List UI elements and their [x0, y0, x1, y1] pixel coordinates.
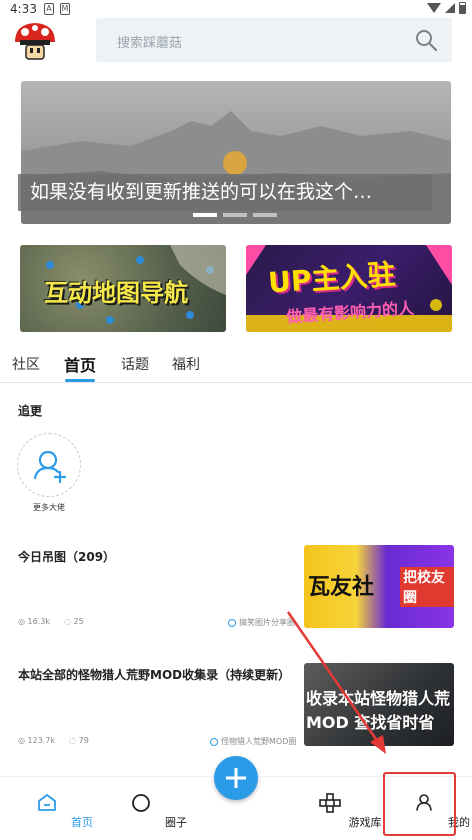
banner-caption: 如果没有收到更新推送的可以在我这个…: [18, 174, 432, 211]
carousel-dot[interactable]: [193, 213, 217, 217]
post-stats: ◎ 123.7k ◌ 79: [18, 736, 89, 745]
post-title[interactable]: 今日吊图（209）: [18, 548, 115, 565]
more-creators-button[interactable]: [17, 433, 81, 497]
post-group-tag[interactable]: 怪物猎人荒野MOD圈: [210, 736, 296, 747]
post-thumbnail[interactable]: 收录本站怪物猎人荒 MOD 查找省时省: [304, 663, 454, 746]
promo-map-title: 互动地图导航: [44, 279, 188, 307]
tab-topics[interactable]: 话题: [121, 354, 149, 374]
comment-icon: ◌: [63, 617, 71, 626]
thumbnail-text: 把校友圈: [400, 567, 454, 607]
nav-home[interactable]: 首页: [12, 777, 93, 837]
tab-benefits[interactable]: 福利: [172, 354, 200, 374]
home-icon: [38, 794, 56, 811]
mushroom-logo-icon: [12, 18, 58, 64]
thumbnail-text: MOD 查找省时省: [306, 713, 435, 732]
comments-count: 25: [73, 617, 84, 626]
nav-circles-label: 圈子: [165, 816, 187, 829]
follow-section-title: 追更: [18, 404, 43, 418]
search-icon[interactable]: [414, 28, 438, 52]
comments-stat: ◌ 79: [69, 736, 89, 745]
tab-community[interactable]: 社区: [12, 354, 40, 374]
thumbnail-text: 收录本站怪物猎人荒: [306, 689, 451, 708]
views-count: 123.7k: [27, 736, 56, 745]
post-group-tag[interactable]: 搞笑图片分享圈: [228, 617, 295, 628]
more-creators-label: 更多大佬: [33, 503, 65, 512]
notification-m-icon: M: [60, 3, 70, 15]
carousel-dot[interactable]: [253, 213, 277, 217]
carousel-dot[interactable]: [223, 213, 247, 217]
views-stat: ◎ 16.3k: [18, 617, 50, 626]
search-placeholder: 搜索踩蘑菇: [117, 36, 183, 51]
promo-card-map[interactable]: 互动地图导航: [20, 245, 226, 332]
content-tabs: 社区 首页 话题 福利: [0, 350, 472, 383]
signal-icon: [445, 3, 455, 13]
comment-icon: ◌: [69, 736, 77, 745]
promo-card-up[interactable]: UP主入驻 做最有影响力的人: [246, 245, 452, 332]
search-input[interactable]: 搜索踩蘑菇: [96, 18, 452, 62]
carousel-indicator: [193, 213, 277, 217]
circle-icon: [132, 794, 150, 812]
status-bar: 4:33 A M: [0, 0, 472, 20]
comments-count: 79: [78, 736, 89, 745]
create-post-button[interactable]: [214, 756, 258, 800]
status-time: 4:33: [10, 2, 37, 16]
comments-stat: ◌ 25: [64, 617, 84, 626]
views-stat: ◎ 123.7k: [18, 736, 55, 745]
annotation-highlight-box: [383, 772, 456, 836]
thumbnail-text: 瓦友社: [308, 575, 375, 600]
post-thumbnail[interactable]: 瓦友社 把校友圈: [304, 545, 454, 628]
post-title[interactable]: 本站全部的怪物猎人荒野MOD收集录（持续更新）: [18, 666, 290, 683]
post-stats: ◎ 16.3k ◌ 25: [18, 617, 84, 626]
add-user-icon: [33, 450, 67, 484]
notification-a-icon: A: [44, 3, 54, 15]
tab-home[interactable]: 首页: [64, 352, 96, 376]
battery-icon: [459, 2, 466, 14]
views-count: 16.3k: [27, 617, 50, 626]
active-tab-indicator: [65, 379, 95, 382]
gamepad-icon: [319, 793, 341, 813]
eye-icon: ◎: [18, 617, 25, 626]
app-logo[interactable]: [12, 18, 58, 64]
wifi-icon: [427, 3, 441, 13]
eye-icon: ◎: [18, 736, 25, 745]
nav-circles[interactable]: 圈子: [106, 777, 187, 837]
nav-game-library[interactable]: 游戏库: [295, 777, 382, 837]
